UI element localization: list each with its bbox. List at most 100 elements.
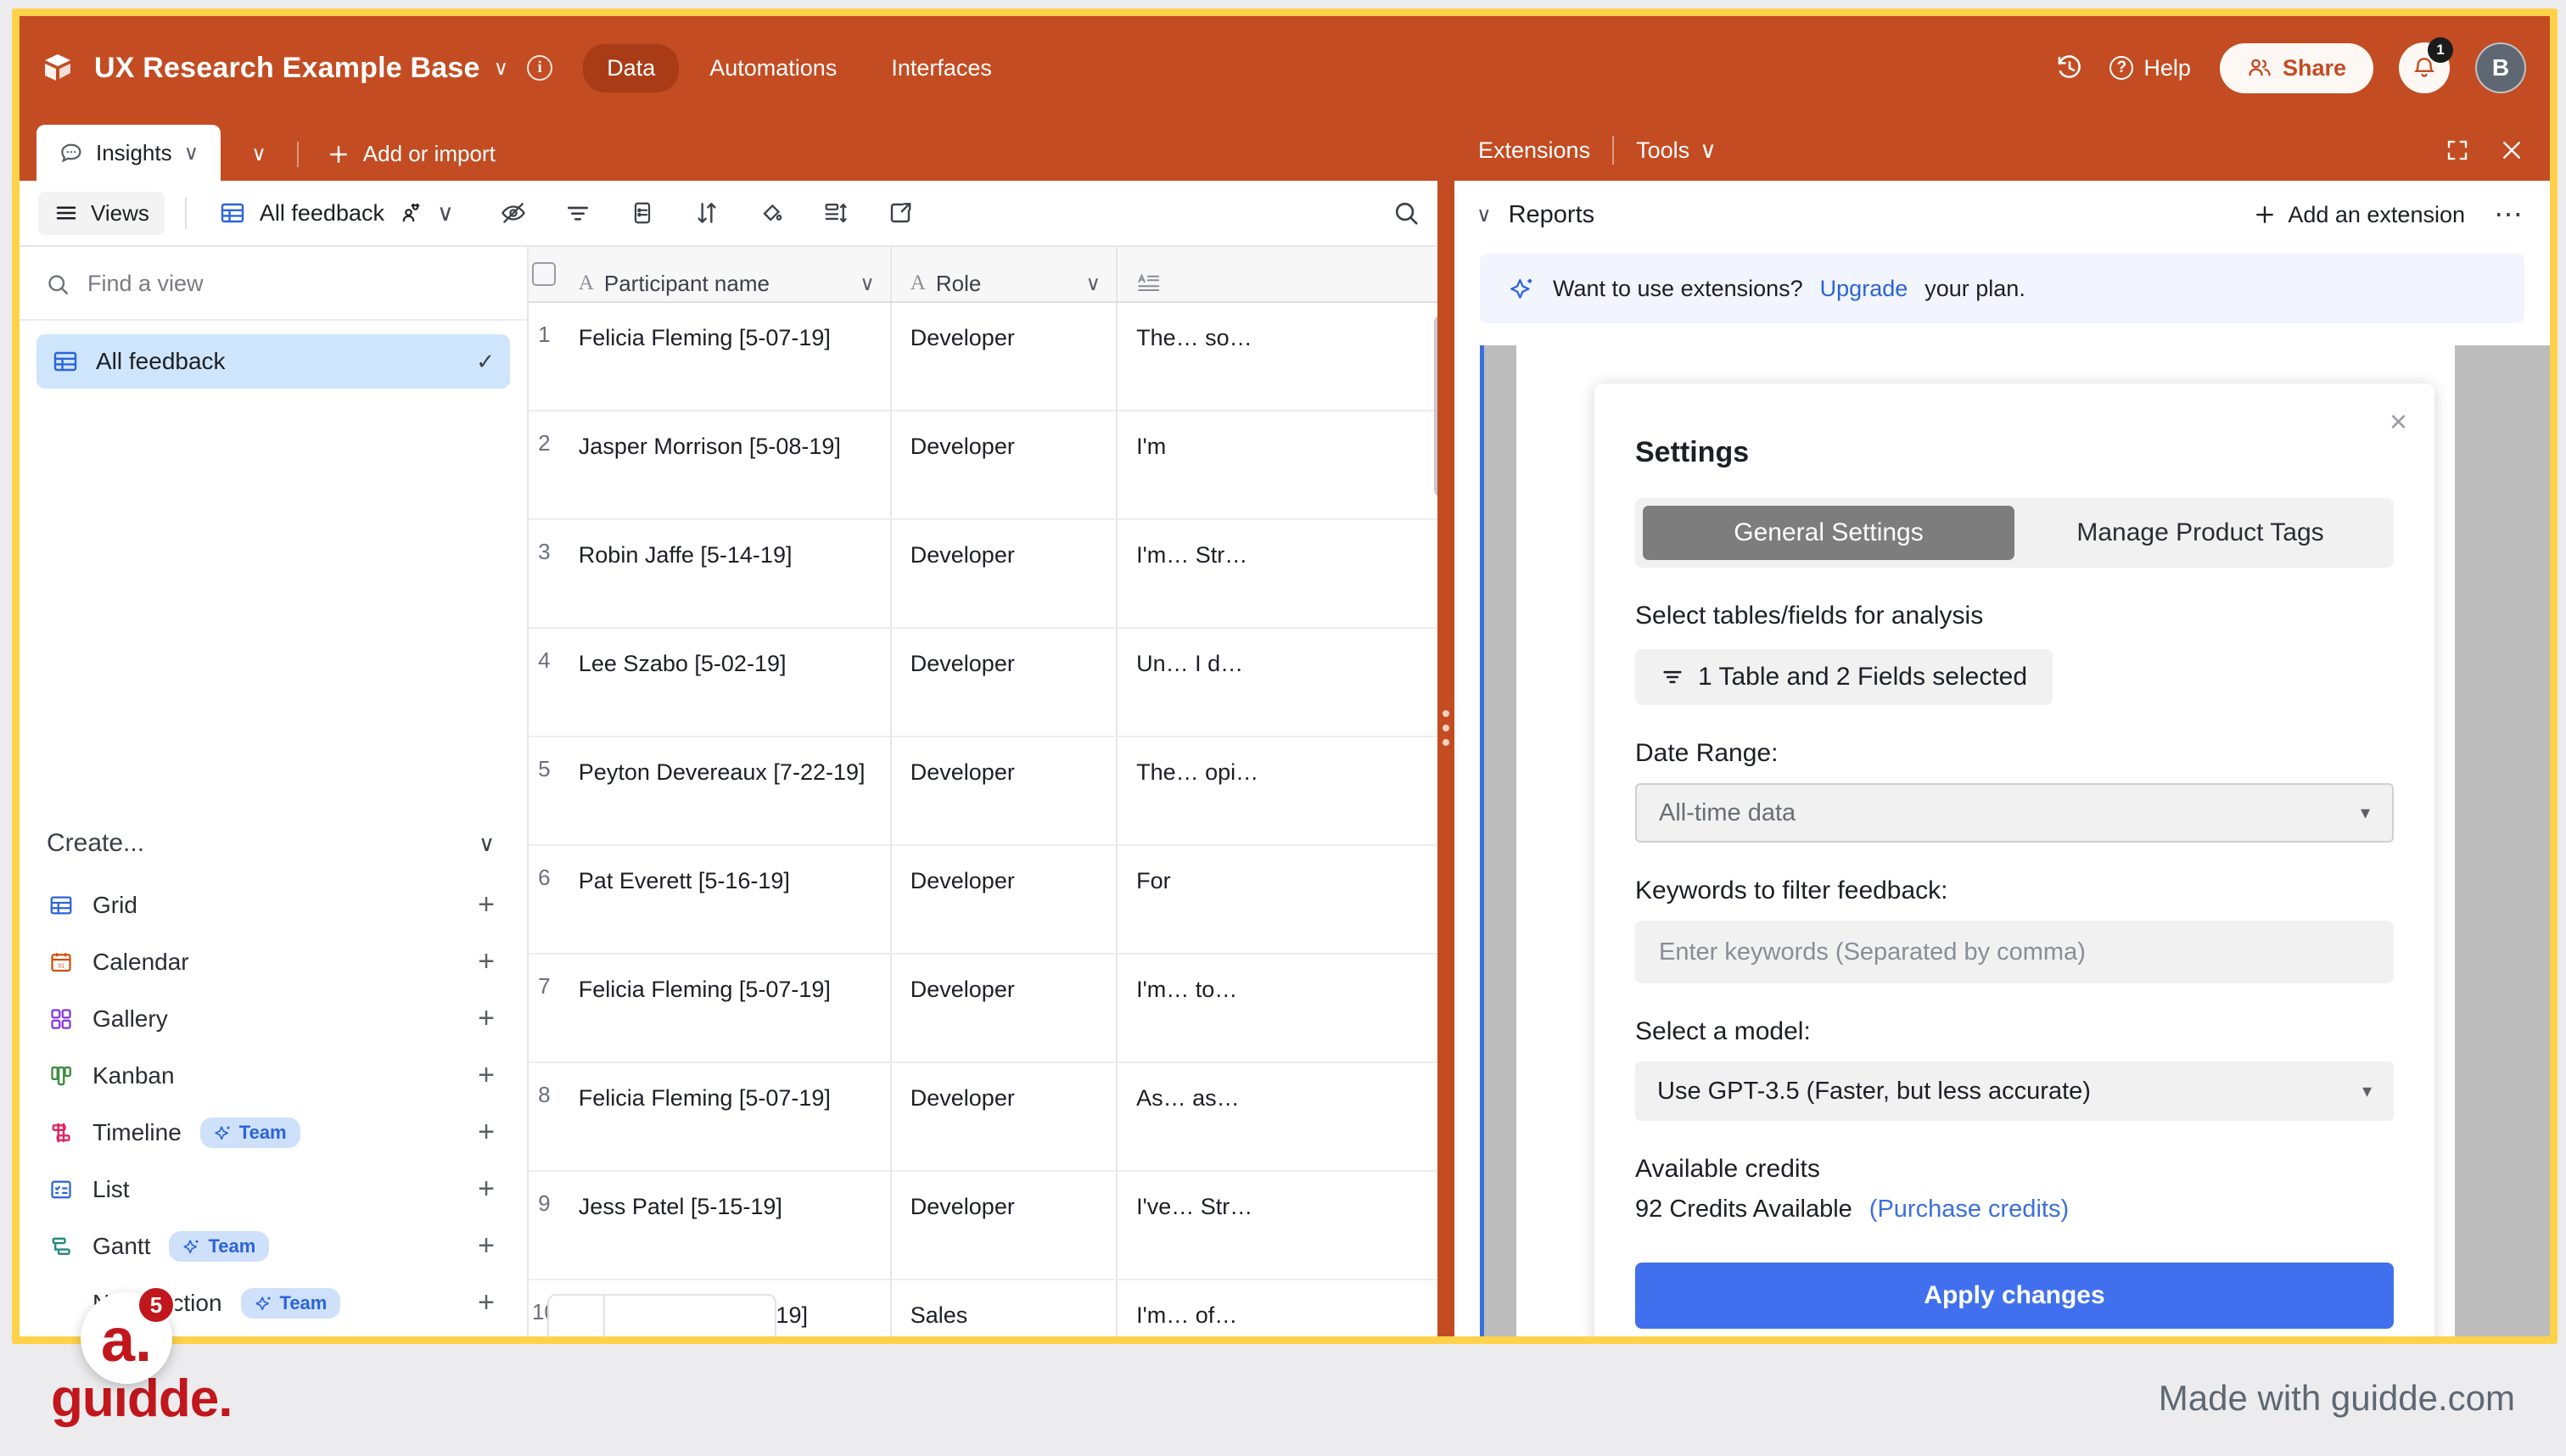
plus-icon[interactable]: + [478, 945, 495, 978]
chevron-down-icon[interactable]: ∨ [184, 141, 199, 165]
cell-participant-name[interactable]: Jasper Morrison [5-08-19] [579, 430, 841, 463]
model-select[interactable]: Use GPT-3.5 (Faster, but less accurate) … [1635, 1061, 2394, 1121]
chevron-down-icon[interactable]: ∨ [1476, 203, 1492, 227]
tab-manage-product-tags[interactable]: Manage Product Tags [2014, 506, 2386, 560]
cell-role[interactable]: Sales representative [910, 1299, 1101, 1336]
cell-notes[interactable]: I'm [1136, 430, 1166, 463]
chevron-down-icon[interactable]: ∨ [494, 56, 509, 81]
tab-data[interactable]: Data [583, 43, 680, 92]
cell-role[interactable]: Developer [910, 322, 1015, 355]
avatar[interactable]: B [2475, 42, 2526, 93]
column-header-role[interactable]: A Role ∨ [892, 247, 1118, 301]
cell-role[interactable]: Developer [910, 1190, 1015, 1224]
table-row[interactable]: 8 Felicia Fleming [5-07-19] Developer As… [529, 1063, 1454, 1172]
apply-changes-button[interactable]: Apply changes [1635, 1263, 2394, 1329]
extensions-label[interactable]: Extensions [1478, 137, 1590, 164]
cell-notes[interactable]: I'm… Str… [1136, 539, 1247, 572]
cell-participant-name[interactable]: Pat Everett [5-16-19] [579, 865, 790, 898]
sort-icon[interactable] [675, 191, 739, 235]
cell-notes[interactable]: The… so… [1136, 322, 1252, 355]
share-view-icon[interactable] [868, 191, 933, 235]
cell-role[interactable]: Developer [910, 430, 1015, 463]
close-icon[interactable] [2499, 137, 2524, 163]
row-height-icon[interactable] [804, 191, 868, 235]
guidde-floating-bubble[interactable]: a. 5 [81, 1285, 176, 1384]
expand-icon[interactable] [2445, 137, 2470, 163]
table-row[interactable]: 3 Robin Jaffe [5-14-19] Developer I'm… S… [529, 520, 1454, 629]
create-item-gantt[interactable]: Gantt Team + [20, 1218, 527, 1274]
column-header-participant-name[interactable]: A Participant name ∨ [560, 247, 892, 301]
hide-fields-icon[interactable] [481, 191, 546, 235]
table-row[interactable]: 5 Peyton Devereaux [7-22-19] Developer T… [529, 737, 1454, 846]
cell-notes[interactable]: The… opi… [1136, 756, 1258, 789]
cell-role[interactable]: Developer [910, 756, 1015, 789]
chevron-down-icon[interactable]: ∨ [860, 272, 875, 296]
info-icon[interactable]: i [527, 55, 553, 81]
create-item-calendar[interactable]: 31 Calendar + [20, 933, 527, 990]
create-item-grid[interactable]: Grid + [20, 876, 527, 933]
create-item-gallery[interactable]: Gallery + [20, 990, 527, 1047]
date-range-select[interactable]: All-time data ▾ [1635, 783, 2394, 843]
plus-icon[interactable]: + [478, 1116, 495, 1149]
plus-icon[interactable]: + [478, 1059, 495, 1092]
notifications-button[interactable]: 1 [2399, 37, 2453, 93]
create-header[interactable]: Create... ∨ [20, 809, 527, 876]
cell-participant-name[interactable]: Felicia Fleming [5-07-19] [579, 322, 831, 355]
cell-notes[interactable]: Un… I d… [1136, 647, 1243, 680]
airtable-logo-icon[interactable] [40, 50, 76, 86]
add-row-button[interactable] [547, 1294, 776, 1336]
group-icon[interactable] [610, 191, 675, 235]
search-icon[interactable] [1373, 190, 1432, 236]
keywords-input[interactable]: Enter keywords (Separated by comma) [1635, 921, 2394, 983]
help-button[interactable]: ? Help [2109, 55, 2191, 81]
create-item-timeline[interactable]: Timeline Team + [20, 1104, 527, 1161]
chevron-down-icon[interactable]: ∨ [437, 200, 454, 227]
cell-role[interactable]: Developer [910, 865, 1015, 898]
upgrade-link[interactable]: Upgrade [1820, 276, 1908, 302]
tables-fields-selector[interactable]: 1 Table and 2 Fields selected [1635, 649, 2053, 705]
history-clock-icon[interactable] [2055, 53, 2084, 82]
cell-participant-name[interactable]: Felicia Fleming [5-07-19] [579, 973, 831, 1006]
cell-notes[interactable]: I've… Str… [1136, 1190, 1252, 1224]
create-item-kanban[interactable]: Kanban + [20, 1047, 527, 1104]
table-row[interactable]: 6 Pat Everett [5-16-19] Developer For [529, 846, 1454, 955]
chevron-down-icon[interactable]: ∨ [1700, 137, 1717, 164]
plus-icon[interactable]: + [478, 888, 495, 921]
table-tab-insights[interactable]: Insights ∨ [36, 125, 221, 181]
find-a-view-input[interactable]: Find a view [20, 247, 527, 321]
pane-resize-handle[interactable] [1437, 120, 1454, 1336]
plus-icon[interactable]: + [478, 1229, 495, 1263]
cell-participant-name[interactable]: Lee Szabo [5-02-19] [579, 647, 787, 680]
add-an-extension-button[interactable]: Add an extension [2252, 202, 2465, 228]
share-button[interactable]: Share [2219, 42, 2373, 93]
cell-notes[interactable]: I'm… to… [1136, 973, 1237, 1006]
current-view-button[interactable]: All feedback ∨ [207, 193, 466, 233]
table-row[interactable]: 4 Lee Szabo [5-02-19] Developer Un… I d… [529, 629, 1454, 737]
cell-notes[interactable]: For [1136, 865, 1171, 898]
sidebar-item-all-feedback[interactable]: All feedback ✓ [36, 334, 510, 389]
table-row[interactable]: 2 Jasper Morrison [5-08-19] Developer I'… [529, 412, 1454, 520]
tab-interfaces[interactable]: Interfaces [867, 44, 1016, 92]
tab-automations[interactable]: Automations [686, 44, 860, 92]
tools-menu[interactable]: Tools [1636, 137, 1689, 164]
cell-notes[interactable]: As… as… [1136, 1082, 1240, 1115]
cell-role[interactable]: Developer [910, 539, 1015, 572]
tab-general-settings[interactable]: General Settings [1643, 506, 2014, 560]
table-row[interactable]: 7 Felicia Fleming [5-07-19] Developer I'… [529, 955, 1454, 1063]
select-all-checkbox[interactable] [529, 247, 560, 301]
cell-participant-name[interactable]: Robin Jaffe [5-14-19] [579, 539, 793, 572]
add-or-import-button[interactable]: Add or import [307, 141, 514, 167]
plus-icon[interactable]: + [478, 1173, 495, 1206]
cell-role[interactable]: Developer [910, 647, 1015, 680]
views-button[interactable]: Views [38, 191, 165, 235]
color-icon[interactable] [739, 191, 804, 235]
cell-notes[interactable]: I'm… of… [1136, 1299, 1237, 1332]
close-icon[interactable]: × [2390, 404, 2407, 440]
base-title[interactable]: UX Research Example Base [94, 52, 480, 85]
column-header-notes[interactable] [1118, 247, 1454, 301]
cell-participant-name[interactable]: Peyton Devereaux [7-22-19] [579, 756, 866, 789]
more-options-icon[interactable]: ⋯ [2494, 198, 2523, 232]
purchase-credits-link[interactable]: (Purchase credits) [1869, 1196, 2069, 1224]
table-overflow-chevron-icon[interactable]: ∨ [229, 142, 289, 166]
cell-role[interactable]: Developer [910, 1082, 1015, 1115]
